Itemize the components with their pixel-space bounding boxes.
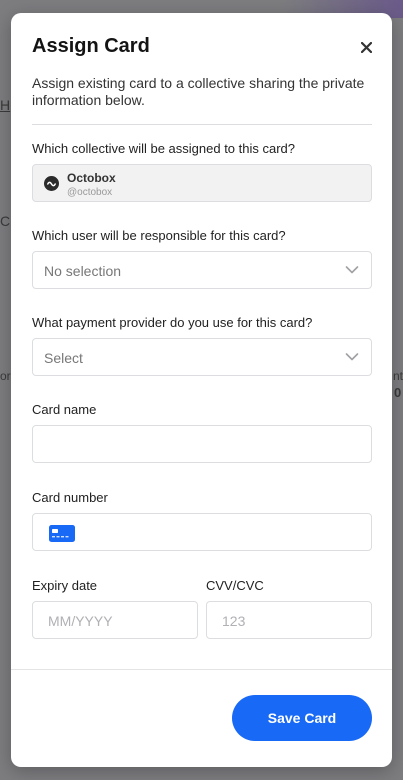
modal-title: Assign Card <box>32 35 150 57</box>
user-select-value: No selection <box>44 263 122 279</box>
credit-card-icon <box>49 525 75 542</box>
background-fragment: C <box>0 213 11 229</box>
expiry-placeholder: MM/YYYY <box>48 613 113 629</box>
expiry-input[interactable]: MM/YYYY <box>32 601 198 639</box>
cvv-input[interactable]: 123 <box>206 601 372 639</box>
close-icon-glyph <box>360 41 372 53</box>
user-label: Which user will be responsible for this … <box>32 228 286 243</box>
card-name-input[interactable] <box>32 425 372 463</box>
provider-select-value: Select <box>44 350 83 366</box>
assign-card-modal: Assign Card Assign existing card to a co… <box>11 13 392 767</box>
collective-field: Octobox @octobox <box>32 164 372 202</box>
card-number-input[interactable] <box>32 513 372 551</box>
card-number-label: Card number <box>32 490 108 505</box>
chevron-down-icon <box>345 353 359 361</box>
modal-description: Assign existing card to a collective sha… <box>32 75 365 108</box>
collective-name: Octobox <box>67 171 116 185</box>
chevron-down-icon <box>345 266 359 274</box>
provider-select[interactable]: Select <box>32 338 372 376</box>
collective-handle: @octobox <box>67 187 113 198</box>
background-fragment: nt <box>393 369 403 383</box>
cvv-placeholder: 123 <box>222 613 246 629</box>
background-fragment: 0 <box>394 385 402 400</box>
cvv-label: CVV/CVC <box>206 578 264 593</box>
card-name-label: Card name <box>32 402 97 417</box>
user-select[interactable]: No selection <box>32 251 372 289</box>
octobox-logo-icon <box>47 181 56 186</box>
provider-label: What payment provider do you use for thi… <box>32 315 313 330</box>
save-card-button[interactable]: Save Card <box>232 695 372 741</box>
collective-avatar <box>44 176 59 191</box>
expiry-label: Expiry date <box>32 578 98 593</box>
header-divider <box>32 124 372 125</box>
collective-label: Which collective will be assigned to thi… <box>32 141 296 156</box>
close-icon[interactable] <box>356 37 376 57</box>
footer-divider <box>11 669 392 670</box>
background-fragment: or <box>0 369 11 383</box>
background-fragment: H <box>0 97 11 113</box>
